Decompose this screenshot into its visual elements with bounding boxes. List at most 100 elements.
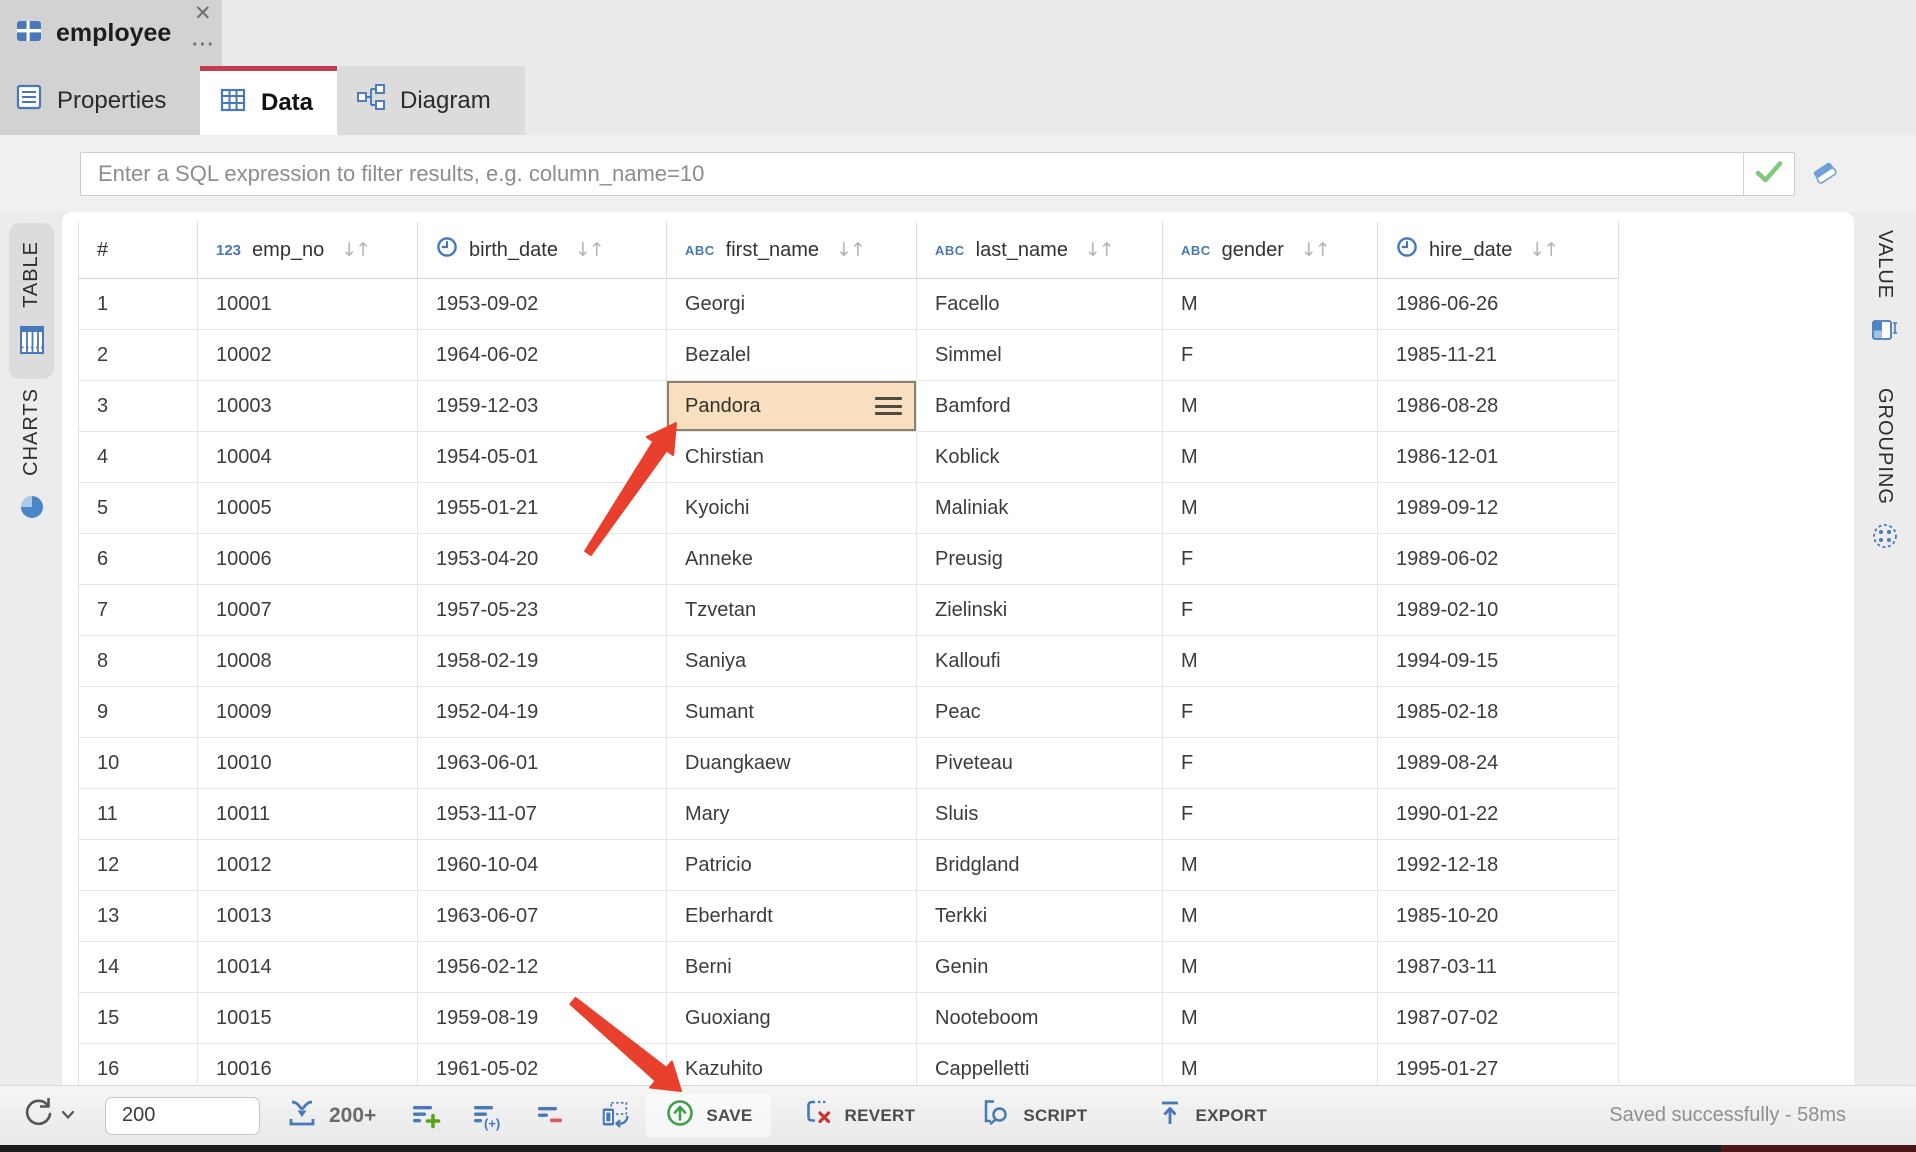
row-number[interactable]: 5 xyxy=(78,483,198,533)
table-cell[interactable]: 1994-09-15 xyxy=(1378,636,1619,686)
table-cell[interactable]: M xyxy=(1163,636,1378,686)
refresh-cell-button[interactable] xyxy=(598,1099,632,1133)
table-cell[interactable]: 1985-11-21 xyxy=(1378,330,1619,380)
table-cell[interactable]: 10012 xyxy=(198,840,418,890)
tab-properties[interactable]: Properties xyxy=(0,66,200,135)
table-cell[interactable]: 10013 xyxy=(198,891,418,941)
row-number[interactable]: 10 xyxy=(78,738,198,788)
row-number[interactable]: 3 xyxy=(78,381,198,431)
table-cell[interactable]: Tzvetan xyxy=(667,585,917,635)
row-number[interactable]: 9 xyxy=(78,687,198,737)
table-cell[interactable]: Zielinski xyxy=(917,585,1163,635)
cell-menu-icon[interactable] xyxy=(875,397,902,415)
rail-tab-charts[interactable]: CHARTS xyxy=(9,388,54,527)
table-cell[interactable]: Berni xyxy=(667,942,917,992)
table-cell[interactable]: 1953-11-07 xyxy=(418,789,667,839)
table-cell[interactable]: M xyxy=(1163,279,1378,329)
table-cell[interactable]: 1985-02-18 xyxy=(1378,687,1619,737)
table-cell[interactable]: 1989-06-02 xyxy=(1378,534,1619,584)
apply-filter-button[interactable] xyxy=(1743,153,1794,195)
table-cell[interactable]: Chirstian xyxy=(667,432,917,482)
table-cell[interactable]: 10014 xyxy=(198,942,418,992)
table-cell[interactable]: 1953-04-20 xyxy=(418,534,667,584)
column-header-last_name[interactable]: ABClast_name↓↑ xyxy=(917,222,1163,278)
row-number[interactable]: 14 xyxy=(78,942,198,992)
table-cell[interactable]: Anneke xyxy=(667,534,917,584)
delete-row-button[interactable] xyxy=(534,1099,568,1133)
table-cell[interactable]: 10008 xyxy=(198,636,418,686)
table-cell[interactable]: Bezalel xyxy=(667,330,917,380)
table-cell[interactable]: 1959-08-19 xyxy=(418,993,667,1043)
table-cell[interactable]: 10004 xyxy=(198,432,418,482)
table-cell[interactable]: 10015 xyxy=(198,993,418,1043)
table-cell[interactable]: 1990-01-22 xyxy=(1378,789,1619,839)
table-cell[interactable]: 1986-12-01 xyxy=(1378,432,1619,482)
table-cell[interactable]: 1960-10-04 xyxy=(418,840,667,890)
table-cell[interactable]: Terkki xyxy=(917,891,1163,941)
table-cell[interactable]: M xyxy=(1163,1044,1378,1085)
table-cell[interactable]: F xyxy=(1163,585,1378,635)
table-cell[interactable]: Kyoichi xyxy=(667,483,917,533)
table-cell[interactable]: 1986-06-26 xyxy=(1378,279,1619,329)
rail-tab-value[interactable]: VALUE xyxy=(1862,230,1907,350)
table-cell[interactable]: F xyxy=(1163,789,1378,839)
column-header-rownum[interactable]: # xyxy=(78,222,198,278)
script-button[interactable]: SCRIPT xyxy=(961,1094,1105,1138)
table-cell[interactable]: 1987-07-02 xyxy=(1378,993,1619,1043)
table-cell[interactable]: F xyxy=(1163,738,1378,788)
selected-cell[interactable]: Pandora xyxy=(667,381,917,431)
table-cell[interactable]: 10010 xyxy=(198,738,418,788)
table-cell[interactable]: M xyxy=(1163,942,1378,992)
revert-button[interactable]: REVERT xyxy=(785,1094,934,1138)
table-cell[interactable]: 1961-05-02 xyxy=(418,1044,667,1085)
table-cell[interactable]: 1985-10-20 xyxy=(1378,891,1619,941)
table-cell[interactable]: F xyxy=(1163,687,1378,737)
table-cell[interactable]: 1953-09-02 xyxy=(418,279,667,329)
row-number[interactable]: 4 xyxy=(78,432,198,482)
fetch-more-button[interactable]: 200+ xyxy=(284,1096,376,1135)
save-button[interactable]: SAVE xyxy=(646,1094,770,1138)
sort-icon[interactable]: ↓↑ xyxy=(1529,239,1557,261)
row-number[interactable]: 1 xyxy=(78,279,198,329)
table-cell[interactable]: 1987-03-11 xyxy=(1378,942,1619,992)
table-cell[interactable]: Maliniak xyxy=(917,483,1163,533)
row-number[interactable]: 8 xyxy=(78,636,198,686)
table-cell[interactable]: Saniya xyxy=(667,636,917,686)
table-cell[interactable]: Sumant xyxy=(667,687,917,737)
table-cell[interactable]: Piveteau xyxy=(917,738,1163,788)
table-cell[interactable]: 1954-05-01 xyxy=(418,432,667,482)
tab-diagram[interactable]: Diagram xyxy=(337,66,525,135)
table-cell[interactable]: Eberhardt xyxy=(667,891,917,941)
table-cell[interactable]: 10016 xyxy=(198,1044,418,1085)
table-cell[interactable]: Genin xyxy=(917,942,1163,992)
table-cell[interactable]: 10007 xyxy=(198,585,418,635)
rail-tab-table[interactable]: TABLE xyxy=(9,223,54,379)
table-cell[interactable]: 10002 xyxy=(198,330,418,380)
table-cell[interactable]: M xyxy=(1163,483,1378,533)
table-cell[interactable]: 1995-01-27 xyxy=(1378,1044,1619,1085)
table-cell[interactable]: 1956-02-12 xyxy=(418,942,667,992)
sort-icon[interactable]: ↓↑ xyxy=(341,239,369,261)
row-number[interactable]: 7 xyxy=(78,585,198,635)
table-cell[interactable]: 10009 xyxy=(198,687,418,737)
column-header-birth_date[interactable]: birth_date↓↑ xyxy=(418,222,667,278)
table-cell[interactable]: 1989-02-10 xyxy=(1378,585,1619,635)
table-cell[interactable]: M xyxy=(1163,993,1378,1043)
more-tabs-icon[interactable]: ··· xyxy=(192,34,215,57)
table-cell[interactable]: Bamford xyxy=(917,381,1163,431)
table-cell[interactable]: Sluis xyxy=(917,789,1163,839)
row-number[interactable]: 11 xyxy=(78,789,198,839)
table-cell[interactable]: Preusig xyxy=(917,534,1163,584)
rail-tab-grouping[interactable]: GROUPING xyxy=(1862,388,1907,556)
table-cell[interactable]: 1989-09-12 xyxy=(1378,483,1619,533)
table-cell[interactable]: 1952-04-19 xyxy=(418,687,667,737)
table-cell[interactable]: Simmel xyxy=(917,330,1163,380)
sort-icon[interactable]: ↓↑ xyxy=(836,239,864,261)
duplicate-row-button[interactable]: (+) xyxy=(471,1099,505,1133)
table-cell[interactable]: Kazuhito xyxy=(667,1044,917,1085)
table-cell[interactable]: M xyxy=(1163,432,1378,482)
file-tab-employee[interactable]: employee xyxy=(0,0,222,66)
table-cell[interactable]: F xyxy=(1163,534,1378,584)
table-cell[interactable]: Patricio xyxy=(667,840,917,890)
tab-data[interactable]: Data xyxy=(200,66,337,135)
